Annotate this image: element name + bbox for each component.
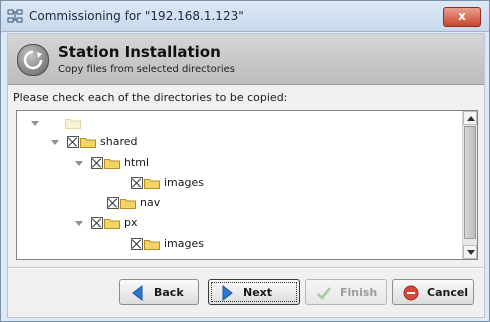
expand-triangle-icon[interactable] xyxy=(75,221,83,226)
close-icon: x xyxy=(458,9,466,23)
tree-row-html-images[interactable]: images xyxy=(17,174,457,192)
wizard-arrow-icon xyxy=(17,44,49,76)
folder-icon xyxy=(144,177,160,189)
tree-row-nav[interactable]: nav xyxy=(17,194,457,212)
expand-triangle-icon[interactable] xyxy=(51,140,59,145)
tree-row-shared[interactable]: shared xyxy=(17,133,457,151)
checkbox-html[interactable] xyxy=(91,157,103,169)
folder-icon xyxy=(120,197,136,209)
footer-divider xyxy=(8,267,484,269)
expand-triangle-icon[interactable] xyxy=(75,161,83,166)
finish-button-label: Finish xyxy=(340,286,378,299)
window-title: Commissioning for "192.168.1.123" xyxy=(29,9,244,23)
checkmark-icon xyxy=(316,285,332,304)
page-title: Station Installation xyxy=(58,43,221,61)
wizard-header: Station Installation Copy files from sel… xyxy=(8,34,484,85)
tree-label: nav xyxy=(140,196,161,209)
next-arrow-icon xyxy=(219,284,235,304)
tree-label: px xyxy=(124,216,138,229)
checkbox-px[interactable] xyxy=(91,217,103,229)
back-arrow-icon xyxy=(130,284,146,304)
tree-row-px[interactable]: px xyxy=(17,214,457,232)
scroll-thumb[interactable] xyxy=(464,126,476,239)
cancel-button[interactable]: Cancel xyxy=(392,279,474,305)
cancel-button-label: Cancel xyxy=(427,286,469,299)
scroll-up-button[interactable] xyxy=(463,111,477,125)
tree-label: images xyxy=(164,237,204,250)
vertical-scrollbar[interactable] xyxy=(462,111,477,259)
cancel-icon xyxy=(403,285,419,304)
finish-button[interactable]: Finish xyxy=(305,279,387,305)
wizard-content: Station Installation Copy files from sel… xyxy=(7,33,485,318)
arrow-down-icon xyxy=(467,250,475,255)
arrow-up-icon xyxy=(467,116,475,121)
tree-label: images xyxy=(164,176,204,189)
checkbox-html-images[interactable] xyxy=(131,177,143,189)
folder-icon xyxy=(65,117,81,129)
tree-row-root[interactable] xyxy=(17,114,457,132)
tree-row-html[interactable]: html xyxy=(17,154,457,172)
folder-icon xyxy=(104,217,120,229)
scroll-down-button[interactable] xyxy=(463,245,477,259)
directory-tree[interactable]: shared html images nav px images xyxy=(16,110,478,260)
network-grid-icon xyxy=(7,9,23,23)
tree-label: shared xyxy=(100,135,138,148)
back-button[interactable]: Back xyxy=(119,279,199,305)
title-bar[interactable]: Commissioning for "192.168.1.123" x xyxy=(1,1,489,32)
folder-icon xyxy=(144,238,160,250)
folder-icon xyxy=(80,136,96,148)
next-button[interactable]: Next xyxy=(208,279,300,305)
checkbox-nav[interactable] xyxy=(107,197,119,209)
checkbox-shared[interactable] xyxy=(67,136,79,148)
tree-row-px-images[interactable]: images xyxy=(17,235,457,253)
back-button-label: Back xyxy=(154,286,184,299)
instruction-text: Please check each of the directories to … xyxy=(13,91,288,104)
checkbox-px-images[interactable] xyxy=(131,238,143,250)
close-button[interactable]: x xyxy=(443,7,481,27)
expand-triangle-icon[interactable] xyxy=(31,121,39,126)
tree-label: html xyxy=(124,156,150,169)
commissioning-window: Commissioning for "192.168.1.123" x Stat… xyxy=(0,0,490,322)
folder-icon xyxy=(104,157,120,169)
page-subtitle: Copy files from selected directories xyxy=(58,64,235,75)
next-button-label: Next xyxy=(243,286,273,299)
